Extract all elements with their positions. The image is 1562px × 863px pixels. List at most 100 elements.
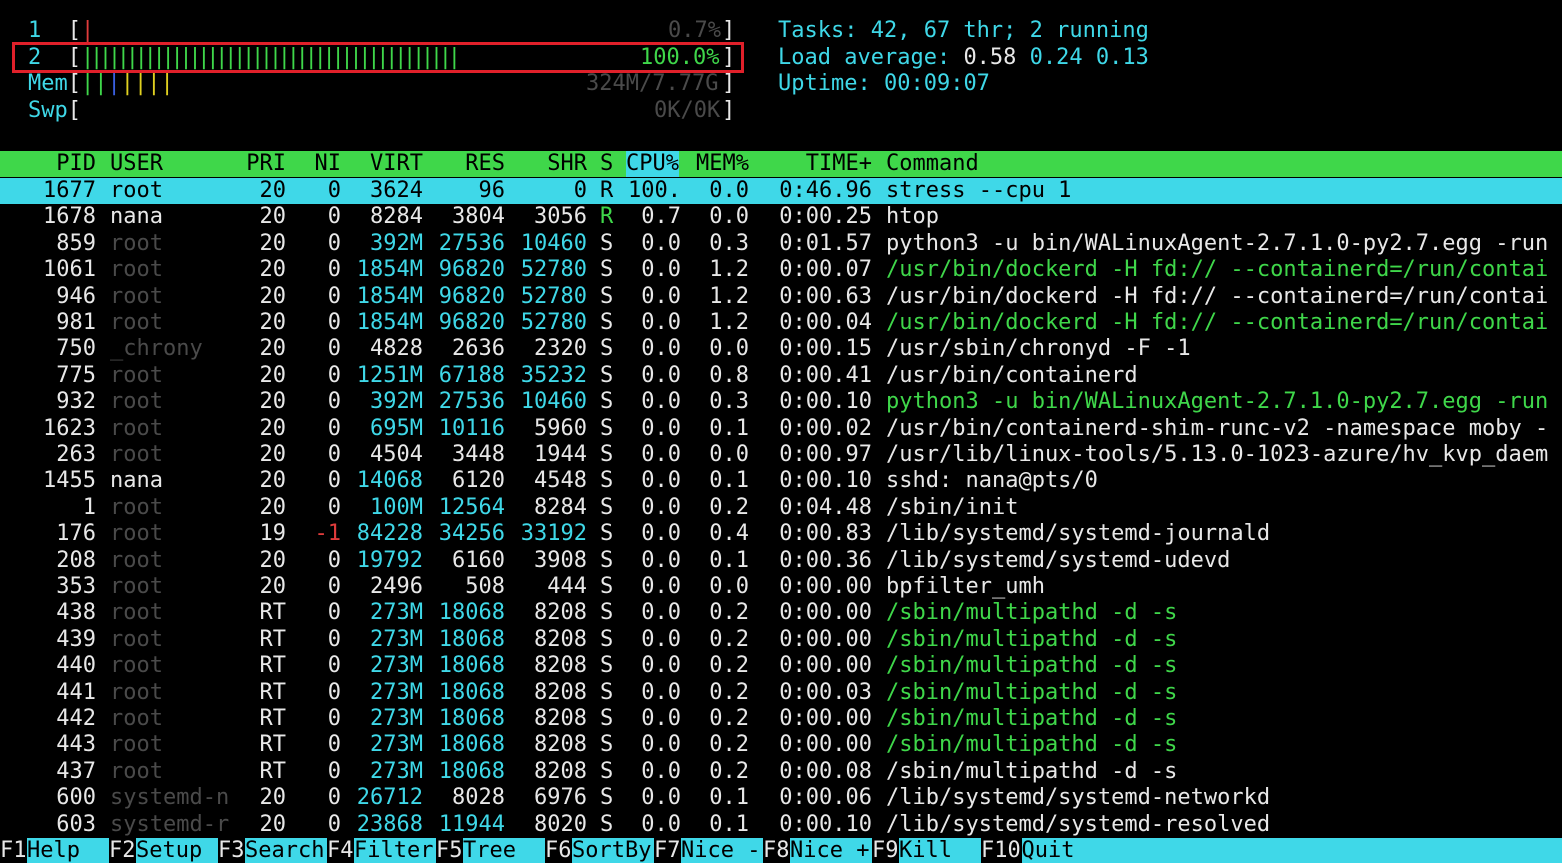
process-row[interactable]: 932 root 20 0 392M 27536 10460 S 0.0 0.3 0:00.10 py… xyxy=(0,389,1562,415)
process-mem: 0.2 xyxy=(709,758,749,784)
process-cmd: stress --cpu 1 xyxy=(886,178,1072,203)
process-mem: 0.0 xyxy=(709,574,749,599)
process-row[interactable]: 1677 root 20 0 3624 96 0 R 100. 0.0 0:46.96 stress … xyxy=(0,178,1562,204)
process-mem: 0.1 xyxy=(709,468,749,494)
process-row[interactable]: 603 systemd-r 20 0 23868 11944 8020 S 0.0 0.1 0:00… xyxy=(0,812,1562,838)
process-row[interactable]: 859 root 20 0 392M 27536 10460 S 0.0 0.3 0:01.57 py… xyxy=(0,231,1562,257)
column-header-cpu[interactable]: CPU% xyxy=(626,151,679,177)
process-res: 10116 xyxy=(438,415,505,441)
column-header-res[interactable]: RES xyxy=(465,151,505,177)
process-row[interactable]: 981 root 20 0 1854M 96820 52780 S 0.0 1.2 0:00.04 /… xyxy=(0,310,1562,336)
process-virt: 1251M xyxy=(356,362,423,388)
column-header-pid[interactable]: PID xyxy=(56,151,96,177)
process-shr: 8208 xyxy=(534,706,587,731)
cpu1-label: 1 xyxy=(28,18,42,43)
fkey-label-nice[interactable]: Nice + xyxy=(790,838,872,863)
fkey-f7[interactable]: F7 xyxy=(654,838,681,863)
column-header-user[interactable]: USER xyxy=(110,151,163,177)
process-row[interactable]: 441 root RT 0 273M 18068 8208 S 0.0 0.2 0:00.03/sb… xyxy=(0,680,1562,706)
fkey-label-kill[interactable]: Kill xyxy=(899,838,981,863)
process-row[interactable]: 1455 nana 20 0 14068 6120 4548 S 0.0 0.1 0:00.10 ss… xyxy=(0,468,1562,494)
process-pid: 1678 xyxy=(43,204,96,230)
process-row[interactable]: 437 root RT 0 273M 18068 8208 S 0.0 0.2 0:00.08/sb… xyxy=(0,759,1562,785)
process-row[interactable]: 438 root RT 0 273M 18068 8208 S 0.0 0.2 0:00.00/sb… xyxy=(0,600,1562,626)
process-row[interactable]: 775 root 20 0 1251M 67188 35232 S 0.0 0.8 0:00.41 /… xyxy=(0,363,1562,389)
process-row[interactable]: 208 root 20 0 19792 6160 3908 S 0.0 0.1 0:00.36/li… xyxy=(0,548,1562,574)
process-s: R xyxy=(600,204,614,230)
process-pid: 176 xyxy=(56,521,96,547)
process-row[interactable]: 1 root 20 0 100M 12564 8284 S 0.0 0.2 0:04.48/sbin… xyxy=(0,495,1562,521)
process-pri: 20 xyxy=(259,230,287,256)
process-mem: 0.1 xyxy=(709,547,749,573)
process-res: 27536 xyxy=(438,389,505,415)
process-s: S xyxy=(600,811,614,837)
process-row[interactable]: 353 root 20 0 2496 508 444 S 0.0 0.0 0:00.00 bpfilt… xyxy=(0,574,1562,600)
process-pid: 1677 xyxy=(43,178,96,203)
process-user: root xyxy=(110,494,163,520)
fkey-f10[interactable]: F10 xyxy=(981,838,1021,863)
fkey-f3[interactable]: F3 xyxy=(218,838,245,863)
process-shr: 8208 xyxy=(534,679,587,705)
fkey-f9[interactable]: F9 xyxy=(872,838,899,863)
process-res: 96820 xyxy=(438,283,505,309)
process-user: root xyxy=(110,653,163,679)
column-header-virt[interactable]: VIRT xyxy=(370,151,423,177)
process-ni: 0 xyxy=(327,785,341,811)
tasks-value: 42, 67 thr; 2 running xyxy=(870,18,1149,43)
process-time: 0:00.06 xyxy=(779,785,872,811)
process-time: 0:00.07 xyxy=(779,257,872,283)
process-row[interactable]: 600 systemd-n 20 0 26712 8028 6976 S 0.0 0.1 0:00.… xyxy=(0,785,1562,811)
fkey-f5[interactable]: F5 xyxy=(436,838,463,863)
process-virt: 2496 xyxy=(370,574,423,599)
fkey-label-search[interactable]: Search xyxy=(245,838,327,863)
process-row[interactable]: 263 root 20 0 4504 3448 1944 S 0.0 0.0 0:00.97/usr… xyxy=(0,442,1562,468)
fkey-label-sortby[interactable]: SortBy xyxy=(572,838,654,863)
process-shr: 4548 xyxy=(534,468,587,494)
fkey-label-setup[interactable]: Setup xyxy=(136,838,218,863)
process-ni: 0 xyxy=(327,389,341,415)
process-row[interactable]: 439 root RT 0 273M 18068 8208 S 0.0 0.2 0:00.00/sb… xyxy=(0,627,1562,653)
process-row[interactable]: 946 root 20 0 1854M 96820 52780 S 0.0 1.2 0:00.63 /… xyxy=(0,284,1562,310)
load-average-line: Load average: 0.58 0.24 0.13 xyxy=(778,45,1149,70)
fkey-f2[interactable]: F2 xyxy=(109,838,136,863)
fkey-f8[interactable]: F8 xyxy=(763,838,790,863)
column-header-shr[interactable]: SHR xyxy=(547,151,587,177)
fkey-label-filter[interactable]: Filter xyxy=(354,838,436,863)
process-row[interactable]: 440 root RT 0 273M 18068 8208 S 0.0 0.2 0:00.00/sb… xyxy=(0,653,1562,679)
mem-label: Mem xyxy=(28,71,68,96)
column-header-s[interactable]: S xyxy=(600,151,613,177)
column-header-pri[interactable]: PRI xyxy=(246,151,286,177)
fkey-label-tree[interactable]: Tree xyxy=(463,838,545,863)
cpu1-bars: | xyxy=(81,18,95,43)
process-virt: 392M xyxy=(370,230,423,256)
process-row[interactable]: 750 _chrony 20 0 4828 2636 2320 S 0.0 0.0 0:00.15 /… xyxy=(0,336,1562,362)
process-user: root xyxy=(110,626,163,652)
column-header-cmd[interactable]: Command xyxy=(886,151,979,177)
fkey-f4[interactable]: F4 xyxy=(327,838,354,863)
fkey-f1[interactable]: F1 xyxy=(0,838,27,863)
process-s: S xyxy=(600,706,614,731)
column-header-ni[interactable]: NI xyxy=(315,151,342,177)
process-pid: 600 xyxy=(56,785,96,811)
process-row[interactable]: 176 root 19 -1 84228 34256 33192 S 0.0 0.4 0:00.83… xyxy=(0,521,1562,547)
process-cmd: /lib/systemd/systemd-journald xyxy=(886,521,1271,547)
process-pid: 981 xyxy=(56,310,96,335)
fkey-label-help[interactable]: Help xyxy=(27,838,109,863)
fkey-label-quit[interactable]: Quit xyxy=(1021,838,1562,863)
process-row[interactable]: 1061 root 20 0 1854M 96820 52780 S 0.0 1.2 0:00.07… xyxy=(0,257,1562,283)
process-mem: 0.1 xyxy=(709,811,749,837)
process-row[interactable]: 443 root RT 0 273M 18068 8208 S 0.0 0.2 0:00.00/sb… xyxy=(0,732,1562,758)
process-pid: 263 xyxy=(56,442,96,467)
process-pri: 20 xyxy=(259,178,287,203)
process-row[interactable]: 1623 root 20 0 695M 10116 5960 S 0.0 0.1 0:00.02/u… xyxy=(0,416,1562,442)
column-header-mem[interactable]: MEM% xyxy=(696,151,749,177)
process-time: 0:00.00 xyxy=(779,732,872,758)
process-shr: 2320 xyxy=(534,336,587,362)
uptime-line: Uptime: 00:09:07 xyxy=(778,71,990,96)
column-header-time[interactable]: TIME+ xyxy=(806,151,872,177)
process-row[interactable]: 1678 nana 20 0 8284 3804 3056 R 0.7 0.0 0:00.25 hto… xyxy=(0,204,1562,230)
fkey-label-nice[interactable]: Nice - xyxy=(681,838,763,863)
fkey-f6[interactable]: F6 xyxy=(545,838,572,863)
process-s: S xyxy=(600,785,614,811)
process-row[interactable]: 442 root RT 0 273M 18068 8208 S 0.0 0.2 0:00.00/sb… xyxy=(0,706,1562,732)
